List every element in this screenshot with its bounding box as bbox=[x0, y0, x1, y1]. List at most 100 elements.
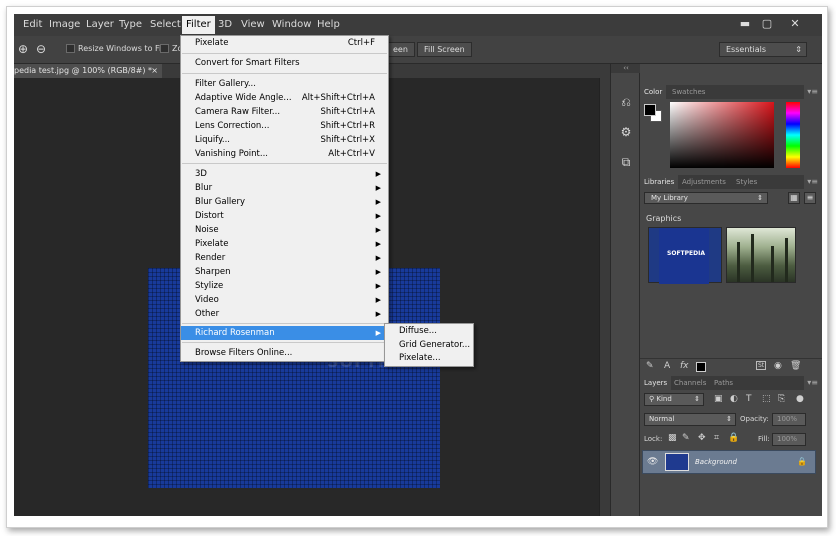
kind-filter-value: Kind bbox=[656, 395, 672, 403]
minimize-button[interactable]: ▬ bbox=[736, 17, 754, 31]
right-panels: Color Swatches ▾≡ Libraries Adjustments … bbox=[640, 64, 822, 516]
shape-filter-icon[interactable]: ⬚ bbox=[762, 394, 771, 404]
menu-item-stylize[interactable]: Stylize ▶ bbox=[181, 279, 388, 293]
blend-mode-select[interactable]: Normal ⇕ bbox=[644, 413, 736, 426]
lock-position-icon[interactable]: ✥ bbox=[698, 433, 706, 443]
library-select[interactable]: My Library ⇕ bbox=[644, 192, 768, 204]
stock-icon[interactable]: St bbox=[756, 361, 767, 370]
menu-item-blur-gallery[interactable]: Blur Gallery ▶ bbox=[181, 195, 388, 209]
properties-icon[interactable]: ⚙ bbox=[618, 124, 634, 140]
menu-item-label: Pixelate bbox=[195, 38, 229, 48]
zoom-in-icon[interactable]: ⊕ bbox=[15, 41, 31, 57]
menu-item-other[interactable]: Other ▶ bbox=[181, 307, 388, 321]
canvas-scrollbar[interactable] bbox=[599, 78, 610, 516]
maximize-button[interactable]: ▢ bbox=[758, 17, 776, 31]
close-tab-icon[interactable]: × bbox=[151, 64, 158, 78]
workspace-select[interactable]: Essentials ⇕ bbox=[719, 42, 807, 57]
adjustment-filter-icon[interactable]: ◐ bbox=[730, 394, 738, 404]
menu-item-blur[interactable]: Blur ▶ bbox=[181, 181, 388, 195]
color-picker-field[interactable] bbox=[670, 102, 774, 168]
library-menu-icon[interactable]: ▾≡ bbox=[807, 175, 818, 189]
menu-item-richard-rosenman[interactable]: Richard Rosenman ▶ bbox=[181, 326, 388, 340]
fill-field[interactable]: 100% bbox=[772, 433, 806, 446]
menu-item-camera-raw[interactable]: Camera Raw Filter... Shift+Ctrl+A bbox=[181, 105, 388, 119]
library-graphic-forest[interactable] bbox=[726, 227, 796, 283]
menu-item-vanishing-point[interactable]: Vanishing Point... Alt+Ctrl+V bbox=[181, 147, 388, 161]
opacity-field[interactable]: 100% bbox=[772, 413, 806, 426]
menu-item-pixelate-plugin[interactable]: Pixelate... bbox=[385, 352, 473, 365]
menu-item-distort[interactable]: Distort ▶ bbox=[181, 209, 388, 223]
dock-collapse-button[interactable]: ‹‹ bbox=[611, 64, 641, 73]
grid-view-icon[interactable]: ▦ bbox=[788, 192, 800, 204]
layers-menu-icon[interactable]: ▾≡ bbox=[807, 376, 818, 390]
brush-icon[interactable]: ✎ bbox=[646, 361, 654, 371]
document-tab[interactable]: pedia test.jpg @ 100% (RGB/8#) * × bbox=[14, 64, 162, 78]
fx-icon[interactable]: fx bbox=[680, 361, 689, 371]
menu-image[interactable]: Image bbox=[49, 19, 80, 30]
hue-slider[interactable] bbox=[786, 102, 800, 168]
color-swatch-icon[interactable] bbox=[696, 362, 706, 372]
trash-icon[interactable]: 🗑 bbox=[790, 361, 801, 371]
chevron-right-icon: ▶ bbox=[375, 282, 381, 290]
menu-item-convert-smart-filters[interactable]: Convert for Smart Filters bbox=[181, 56, 388, 70]
close-button[interactable]: ✕ bbox=[786, 17, 804, 31]
artboard-lock-icon[interactable]: ⌗ bbox=[714, 433, 719, 443]
full-screen-button[interactable]: een bbox=[386, 42, 415, 57]
tab-styles[interactable]: Styles bbox=[732, 175, 761, 189]
smart-object-filter-icon[interactable]: ⎘ bbox=[778, 394, 785, 404]
visibility-eye-icon[interactable]: 👁 bbox=[647, 457, 658, 467]
menu-help[interactable]: Help bbox=[317, 19, 340, 30]
sync-icon[interactable]: ◉ bbox=[774, 361, 782, 371]
menu-item-grid-generator[interactable]: Grid Generator... bbox=[385, 339, 473, 352]
menu-select[interactable]: Select bbox=[150, 19, 181, 30]
lock-pixels-icon[interactable]: ✎ bbox=[682, 433, 690, 443]
tab-adjustments[interactable]: Adjustments bbox=[678, 175, 730, 189]
lock-transparency-icon[interactable]: ▩ bbox=[668, 433, 677, 443]
filter-toggle-icon[interactable]: ● bbox=[796, 394, 804, 404]
fill-screen-button[interactable]: Fill Screen bbox=[417, 42, 472, 57]
menu-item-sharpen[interactable]: Sharpen ▶ bbox=[181, 265, 388, 279]
layer-kind-filter[interactable]: ⚲ Kind ⇕ bbox=[644, 393, 704, 406]
tab-color[interactable]: Color bbox=[640, 85, 667, 99]
list-view-icon[interactable]: ≡ bbox=[804, 192, 816, 204]
menu-item-liquify[interactable]: Liquify... Shift+Ctrl+X bbox=[181, 133, 388, 147]
panel-menu-icon[interactable]: ▾≡ bbox=[807, 85, 818, 99]
menu-item-3d[interactable]: 3D ▶ bbox=[181, 167, 388, 181]
menu-item-render[interactable]: Render ▶ bbox=[181, 251, 388, 265]
library-graphic-softpedia[interactable]: SOFTPEDIA bbox=[648, 227, 722, 284]
tab-libraries[interactable]: Libraries bbox=[640, 175, 679, 189]
menu-item-pixelate[interactable]: Pixelate ▶ bbox=[181, 237, 388, 251]
menu-edit[interactable]: Edit bbox=[23, 19, 42, 30]
tab-channels[interactable]: Channels bbox=[670, 376, 710, 390]
resize-windows-checkbox[interactable] bbox=[66, 44, 75, 53]
menu-3d[interactable]: 3D bbox=[218, 19, 232, 30]
menu-item-diffuse[interactable]: Diffuse... bbox=[385, 325, 473, 338]
menu-filter[interactable]: Filter bbox=[182, 16, 215, 34]
zoom-out-icon[interactable]: ⊖ bbox=[33, 41, 49, 57]
menu-item-noise[interactable]: Noise ▶ bbox=[181, 223, 388, 237]
menu-view[interactable]: View bbox=[241, 19, 265, 30]
character-style-icon[interactable]: A bbox=[664, 361, 670, 371]
tab-swatches[interactable]: Swatches bbox=[668, 85, 709, 99]
tab-layers[interactable]: Layers bbox=[640, 376, 672, 390]
menu-item-filter-gallery[interactable]: Filter Gallery... bbox=[181, 77, 388, 91]
history-icon[interactable]: ⎌ bbox=[618, 94, 634, 110]
type-filter-icon[interactable]: T bbox=[746, 394, 752, 404]
workspace-value: Essentials bbox=[726, 45, 767, 54]
menu-item-browse-filters-online[interactable]: Browse Filters Online... bbox=[181, 346, 388, 360]
menu-item-video[interactable]: Video ▶ bbox=[181, 293, 388, 307]
clone-source-icon[interactable]: ⧉ bbox=[618, 154, 634, 170]
pixel-filter-icon[interactable]: ▣ bbox=[714, 394, 723, 404]
menu-item-last-filter[interactable]: Pixelate Ctrl+F bbox=[181, 36, 388, 50]
layer-row-background[interactable]: 👁 Background 🔒 bbox=[642, 450, 816, 474]
menu-window[interactable]: Window bbox=[272, 19, 311, 30]
menu-type[interactable]: Type bbox=[119, 19, 142, 30]
tab-paths[interactable]: Paths bbox=[710, 376, 737, 390]
foreground-color-swatch[interactable] bbox=[644, 104, 656, 116]
zoom-all-checkbox[interactable] bbox=[160, 44, 169, 53]
menu-item-adaptive-wide-angle[interactable]: Adaptive Wide Angle... Alt+Shift+Ctrl+A bbox=[181, 91, 388, 105]
chevron-down-icon: ⇕ bbox=[795, 45, 802, 54]
menu-layer[interactable]: Layer bbox=[86, 19, 114, 30]
lock-all-icon[interactable]: 🔒 bbox=[728, 433, 739, 443]
menu-item-lens-correction[interactable]: Lens Correction... Shift+Ctrl+R bbox=[181, 119, 388, 133]
